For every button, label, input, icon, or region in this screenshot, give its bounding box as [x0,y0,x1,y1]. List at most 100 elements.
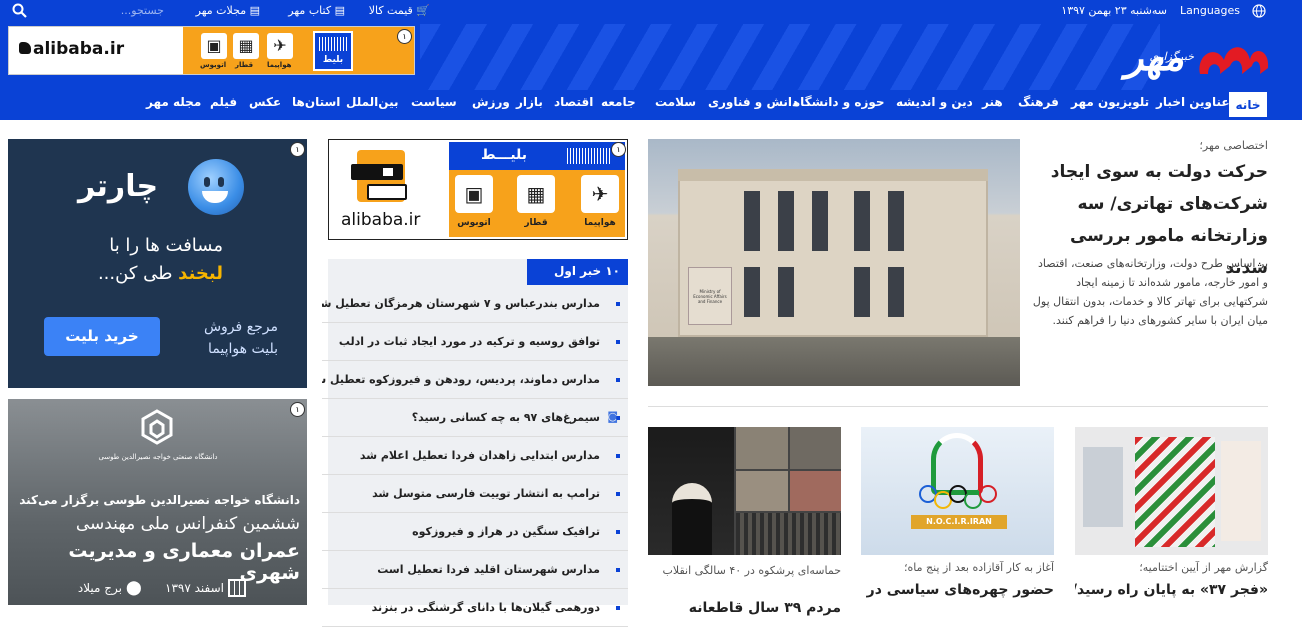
book-link[interactable]: ▤ کتاب مهر [280,4,345,17]
list-item[interactable]: ◙ سیمرغ‌های ۹۷ به چه کسانی رسید؟ [322,399,628,437]
alibaba-logo: alibaba.ir [19,39,124,59]
olympic-rings-icon [919,485,999,509]
university-logo-icon [131,407,183,451]
card-kicker-fajr: گزارش مهر از آیین اختتامیه؛ [1139,561,1268,574]
card-image-fajr[interactable] [1075,427,1268,555]
bus-icon: ▣ [201,33,227,59]
list-item[interactable]: توافق روسیه و ترکیه در مورد ایجاد ثبات د… [322,323,628,361]
price-link[interactable]: 🛒 قیمت کالا [365,4,430,17]
charter-logo-icon [188,159,244,215]
ad-badge: ۱ [290,142,305,157]
train-icon: ▦ [233,33,259,59]
search-input[interactable]: جستجو... [94,4,164,17]
nav-item-film[interactable]: فیلم [210,95,237,109]
alibaba-brand: alibaba.ir [341,210,421,230]
lead-summary: بر اساس طرح دولت، وزارتخانه‌های صنعت، اق… [1032,257,1268,327]
bus-icon: ▣ [455,175,493,213]
list-item[interactable]: مدارس بندرعباس و ۷ شهرستان هرمزگان تعطیل… [322,285,628,323]
divider [648,406,1268,407]
nav-item-home[interactable]: خانه [1229,92,1267,120]
ad-charter[interactable]: ۱ چارتر مسافت ها را با لبخند طی کن... مر… [8,139,307,388]
conf-place: برج میلاد [77,581,122,595]
list-item[interactable]: دورهمی گیلان‌ها با دانای گرشنگی در بنزند [322,589,628,627]
conf-line3: عمران معماری و مدیریت شهری [68,540,300,584]
logo-subtext: خبرگزاری [1149,50,1194,63]
ad-alibaba-mid[interactable]: alibaba.ir بلیـــط ▣ ▦ ✈ اتوبوس قطار هوا… [328,139,628,240]
barcode-icon [319,37,347,51]
university-name: دانشگاه صنعتی خواجه نصیرالدین طوسی [98,453,218,461]
list-item[interactable]: ترامپ به انتشار توییت فارسی متوسل شد [322,475,628,513]
ad-badge: ۱ [611,142,626,157]
conf-line2: ششمین کنفرانس ملی مهندسی [75,514,300,534]
search-icon[interactable] [12,3,27,21]
nav-item-technology[interactable]: دانش و فناوری [708,95,798,109]
card-image-olympic[interactable]: N.O.C.I.R.IRAN [861,427,1054,555]
camera-icon: ◙ [607,410,618,423]
conf-line1: دانشگاه خواجه نصیرالدین طوسی برگزار می‌ک… [19,493,300,507]
nav-item-magazine[interactable]: مجله مهر [146,95,201,109]
top10-title: ۱۰ خبر اول [527,259,628,285]
plane-icon: ✈ [267,33,293,59]
book-icon: ▤ [334,4,345,17]
nav-item-art[interactable]: هنر [982,95,1003,109]
card-title-olympic[interactable]: حضور چهره‌های سیاسی در [861,582,1054,598]
languages-link[interactable]: Languages [1180,4,1240,17]
location-icon: ⬤ [126,580,142,596]
conf-date: اسفند ۱۳۹۷ [165,581,224,595]
calendar-icon [228,579,246,597]
ad-banner-top[interactable]: alibaba.ir ▣ ▦ ✈ اتوبوس قطار هواپیما بلی… [8,26,415,75]
charter-ref2: بلیت هواپیما [208,341,278,357]
date-text: سه‌شنبه ۲۳ بهمن ۱۳۹۷ [1061,4,1167,17]
nav-item-religion[interactable]: دین و اندیشه [896,95,973,109]
header-pattern [420,24,1160,90]
magazine-icon: ▤ [249,4,260,17]
card-title-fajr[interactable]: «فجر ۳۷» به پایان راه رسید/ [1075,582,1268,598]
plane-icon: ✈ [581,175,619,213]
nav-item-provinces[interactable]: استان‌ها [292,95,340,109]
nav-item-sport[interactable]: ورزش [472,95,510,109]
card-image-rally[interactable] [648,427,841,555]
mehr-logo[interactable]: مهر خبرگزاری [1060,26,1272,86]
nav-item-culture[interactable]: فرهنگ [1018,95,1059,109]
list-item[interactable]: مدارس شهرستان اقلید فردا تعطیل است [322,551,628,589]
card-title-rally[interactable]: مردم ۳۹ سال قاطعانه [648,600,841,616]
list-item[interactable]: ترافیک سنگین در هراز و فیروزکوه [322,513,628,551]
lead-kicker: اختصاصی مهر؛ [1199,139,1268,152]
ad-badge: ۱ [290,402,305,417]
lead-image[interactable]: Ministry of Economic Affairs and Finance [648,139,1020,386]
nav-item-society[interactable]: جامعه [601,95,636,109]
charter-line2: لبخند طی کن... [97,263,223,284]
list-item[interactable]: مدارس ابتدایی زاهدان فردا تعطیل اعلام شد [322,437,628,475]
logo-mark-icon [1199,47,1269,74]
cart-icon: 🛒 [416,4,430,17]
main-nav: خانه عناوین اخبار تلویزیون مهر فرهنگ هنر… [0,90,1302,120]
nav-item-politics[interactable]: سیاست [411,95,457,109]
card-kicker-rally: حماسه‌ای پرشکوه در ۴۰ سالگی انقلاب [662,564,841,577]
ad-conference[interactable]: ۱ دانشگاه صنعتی خواجه نصیرالدین طوسی دان… [8,399,307,605]
card-kicker-olympic: آغاز به کار آقازاده بعد از پنج ماه؛ [904,561,1054,574]
building-sign: Ministry of Economic Affairs and Finance [693,289,727,304]
nav-item-economy[interactable]: اقتصاد [554,95,593,109]
header: مهر خبرگزاری alibaba.ir ▣ ▦ ✈ اتوبوس قطا… [0,24,1302,90]
nav-item-university[interactable]: حوزه و دانشگاه [793,95,885,109]
noc-label: N.O.C.I.R.IRAN [911,515,1007,529]
nav-item-market[interactable]: بازار [516,95,543,109]
charter-ref1: مرجع فروش [203,319,278,335]
charter-brand: چارتر [78,169,159,204]
magazines-link[interactable]: ▤ مجلات مهر [188,4,260,17]
charter-line1: مسافت ها را با [109,235,223,256]
barcode-icon [567,148,611,164]
top-bar: Languages سه‌شنبه ۲۳ بهمن ۱۳۹۷ 🛒 قیمت کا… [0,0,1302,24]
globe-icon[interactable] [1252,4,1266,21]
ad-badge: ۱ [397,29,412,44]
buy-ticket-button[interactable]: خرید بلیت [44,317,160,356]
list-item[interactable]: مدارس دماوند، پردیس، رودهن و فیروزکوه تع… [322,361,628,399]
nav-item-international[interactable]: بین‌الملل [346,95,398,109]
nav-item-health[interactable]: سلامت [655,95,696,109]
nav-item-mehr-tv[interactable]: تلویزیون مهر [1071,95,1149,109]
alibaba-icon [19,42,31,54]
nav-item-headlines[interactable]: عناوین اخبار [1156,95,1230,109]
train-icon: ▦ [517,175,555,213]
nav-item-photo[interactable]: عکس [249,95,281,109]
alibaba-mascot-icon [347,150,417,206]
